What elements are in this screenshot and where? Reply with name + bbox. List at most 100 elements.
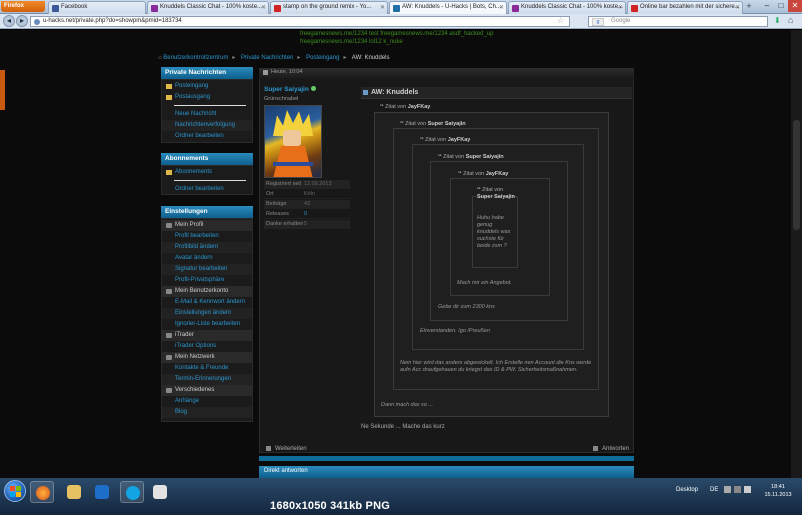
breadcrumb-separator: ▸: [232, 55, 236, 61]
sidebar-item-abonnements[interactable]: Abonnements: [162, 167, 252, 178]
close-window-button[interactable]: ✕: [788, 0, 802, 12]
sidebar-item-kontakte[interactable]: Kontakte & Freunde: [162, 363, 252, 374]
quote-text: Mach mir ein Angebot.: [457, 280, 512, 286]
post-date: Heute, 10:04: [271, 69, 303, 75]
online-status-icon: [310, 86, 316, 91]
sidebar-group-itrader: iTrader: [162, 330, 252, 341]
sidebar-item-einstellungen-aendern[interactable]: Einstellungen ändern: [162, 308, 252, 319]
google-icon: g: [592, 18, 604, 26]
tab-online-pay[interactable]: Online bar bezahlen mit der sichere... ✕: [627, 1, 743, 14]
breadcrumb-link[interactable]: Posteingang: [306, 55, 339, 61]
quote-text: Huhu habe genug knuddels was suchste für…: [477, 215, 511, 249]
close-tab-icon[interactable]: ✕: [261, 4, 266, 11]
sidebar-item-blog[interactable]: Blog: [162, 407, 252, 418]
language-indicator[interactable]: DE: [710, 487, 718, 493]
close-tab-icon[interactable]: ✕: [735, 4, 740, 11]
home-icon[interactable]: ⌂: [788, 15, 798, 25]
forward-button[interactable]: ▸: [16, 15, 28, 27]
tray-network-icon[interactable]: [734, 486, 741, 493]
quote-icon: ❛❛: [458, 171, 462, 177]
sidebar-item-ordner-bearbeiten[interactable]: Ordner bearbeiten: [162, 131, 252, 142]
tab-facebook[interactable]: Facebook: [48, 1, 146, 14]
taskbar-java[interactable]: [148, 481, 172, 503]
breadcrumb-link[interactable]: Benutzerkontrollzentrum: [163, 55, 228, 61]
tab-label: AW: Knuddels - U-Hacks | Bots, Ch...: [402, 4, 501, 10]
tab-knuddels-classic[interactable]: Knuddels Classic Chat - 100% koste... ✕: [147, 1, 269, 14]
tab-youtube[interactable]: stamp on the ground remix - Yo... ✕: [270, 1, 388, 14]
stat-row-registered: Registriert seit 12.09.2013: [264, 180, 350, 189]
taskbar-explorer[interactable]: [62, 481, 86, 503]
sidebar-item-profilbild[interactable]: Profilbild ändern: [162, 242, 252, 253]
reply-button[interactable]: Antworten: [593, 446, 629, 452]
sidebar-private-box: Posteingang Postausgang Neue Nachricht N…: [161, 79, 253, 143]
scrollbar[interactable]: [791, 30, 802, 478]
forward-button[interactable]: Weiterleiten: [266, 446, 307, 452]
taskbar-firefox[interactable]: [30, 481, 54, 503]
shoutbox: freegamesnews.me/1234 test freegamesnews…: [300, 30, 540, 48]
clock-date: 15.11.2013: [764, 492, 792, 498]
sidebar-item-nachrichtenverfolgung[interactable]: Nachrichtenverfolgung: [162, 120, 252, 131]
sidebar-item-anhaenge[interactable]: Anhänge: [162, 396, 252, 407]
maximize-button[interactable]: □: [774, 0, 788, 12]
sidebar-header-abonnements: Abonnements: [161, 153, 253, 165]
download-icon[interactable]: ⬇: [774, 16, 784, 26]
close-tab-icon[interactable]: ✕: [380, 4, 385, 11]
post-username[interactable]: Super Saiyajin: [264, 86, 316, 93]
sidebar-item-abo-ordner-bearbeiten[interactable]: Ordner bearbeiten: [162, 184, 252, 195]
sidebar-item-signatur[interactable]: Signatur bearbeiten: [162, 264, 252, 275]
clock[interactable]: 18:41 15.11.2013: [760, 483, 796, 499]
desktop-toolbar-label[interactable]: Desktop: [676, 487, 698, 493]
tray-volume-icon[interactable]: [744, 486, 751, 493]
sidebar-item-email-kennwort[interactable]: E-Mail & Kennwort ändern: [162, 297, 252, 308]
sidebar-header-einstellungen: Einstellungen: [161, 206, 253, 218]
shoutbox-line: freegamesnews.me/1234 lol12 k_nuke: [300, 39, 403, 45]
sidebar-item-posteingang[interactable]: Posteingang: [162, 81, 252, 92]
tab-label: Knuddels Classic Chat - 100% koste...: [521, 4, 624, 10]
post-reply-text: Ne Sekunde ... Mache das kurz: [361, 424, 445, 430]
taskbar-media[interactable]: [90, 481, 114, 503]
quote-icon: ❛❛: [438, 154, 442, 160]
tab-uhacks-active[interactable]: AW: Knuddels - U-Hacks | Bots, Ch... ✕: [389, 1, 507, 14]
sidebar-item-termine[interactable]: Termin-Erinnerungen: [162, 374, 252, 385]
sidebar-item-profil-bearbeiten[interactable]: Profil bearbeiten: [162, 231, 252, 242]
quote-icon: ❛❛: [477, 187, 481, 193]
clock-time: 18:41: [771, 484, 785, 490]
firefox-icon: [36, 486, 50, 500]
minimize-button[interactable]: –: [760, 0, 774, 12]
bookmark-star-icon[interactable]: ☆: [557, 16, 569, 27]
tray-flag-icon[interactable]: [724, 486, 731, 493]
search-input[interactable]: g Google: [588, 16, 768, 27]
sidebar-item-postausgang[interactable]: Postausgang: [162, 92, 252, 103]
close-tab-icon[interactable]: ✕: [499, 4, 504, 11]
sidebar-item-itrader-options[interactable]: iTrader Options: [162, 341, 252, 352]
stat-row-posts: Beiträge 43: [264, 200, 350, 209]
avatar: [264, 105, 322, 178]
breadcrumb-link[interactable]: Private Nachrichten: [241, 55, 293, 61]
sidebar-item-privatsphaere[interactable]: Profil-Privatsphäre: [162, 275, 252, 286]
facebook-icon: [52, 5, 59, 12]
payment-icon: [631, 5, 638, 12]
quote-text: Nein hier wird das anders abgewickelt. I…: [400, 360, 592, 373]
side-tab-handle[interactable]: [0, 70, 5, 110]
firefox-menu-button[interactable]: Firefox: [1, 1, 45, 12]
tab-label: Knuddels Classic Chat - 100% koste...: [160, 4, 263, 10]
start-button[interactable]: [4, 480, 26, 502]
scrollbar-thumb[interactable]: [793, 120, 800, 230]
sidebar-item-ignorier-liste[interactable]: Ignorier-Liste bearbeiten: [162, 319, 252, 330]
tab-knuddels-classic-2[interactable]: Knuddels Classic Chat - 100% koste... ✕: [508, 1, 626, 14]
stat-row-releases: Releases 0: [264, 210, 350, 219]
profile-icon: [166, 223, 172, 228]
quote-header: ❛❛ Zitat von JayFKay: [380, 104, 431, 110]
quick-reply-header[interactable]: Direkt antworten: [259, 466, 634, 478]
sidebar-item-avatar[interactable]: Avatar ändern: [162, 253, 252, 264]
quote-header: ❛❛ Zitat von Super Saiyajin: [400, 121, 466, 127]
quote-icon: ❛❛: [380, 104, 384, 110]
new-tab-button[interactable]: +: [744, 2, 754, 12]
url-bar[interactable]: u-hacks.net/private.php?do=showpm&pmid=1…: [30, 16, 570, 27]
taskbar-skype[interactable]: [120, 481, 144, 503]
sidebar-item-neue-nachricht[interactable]: Neue Nachricht: [162, 109, 252, 120]
media-player-icon: [95, 485, 109, 499]
back-button[interactable]: ◂: [3, 15, 15, 27]
sidebar-group-mein-profil: Mein Profil: [162, 220, 252, 231]
close-tab-icon[interactable]: ✕: [618, 4, 623, 11]
